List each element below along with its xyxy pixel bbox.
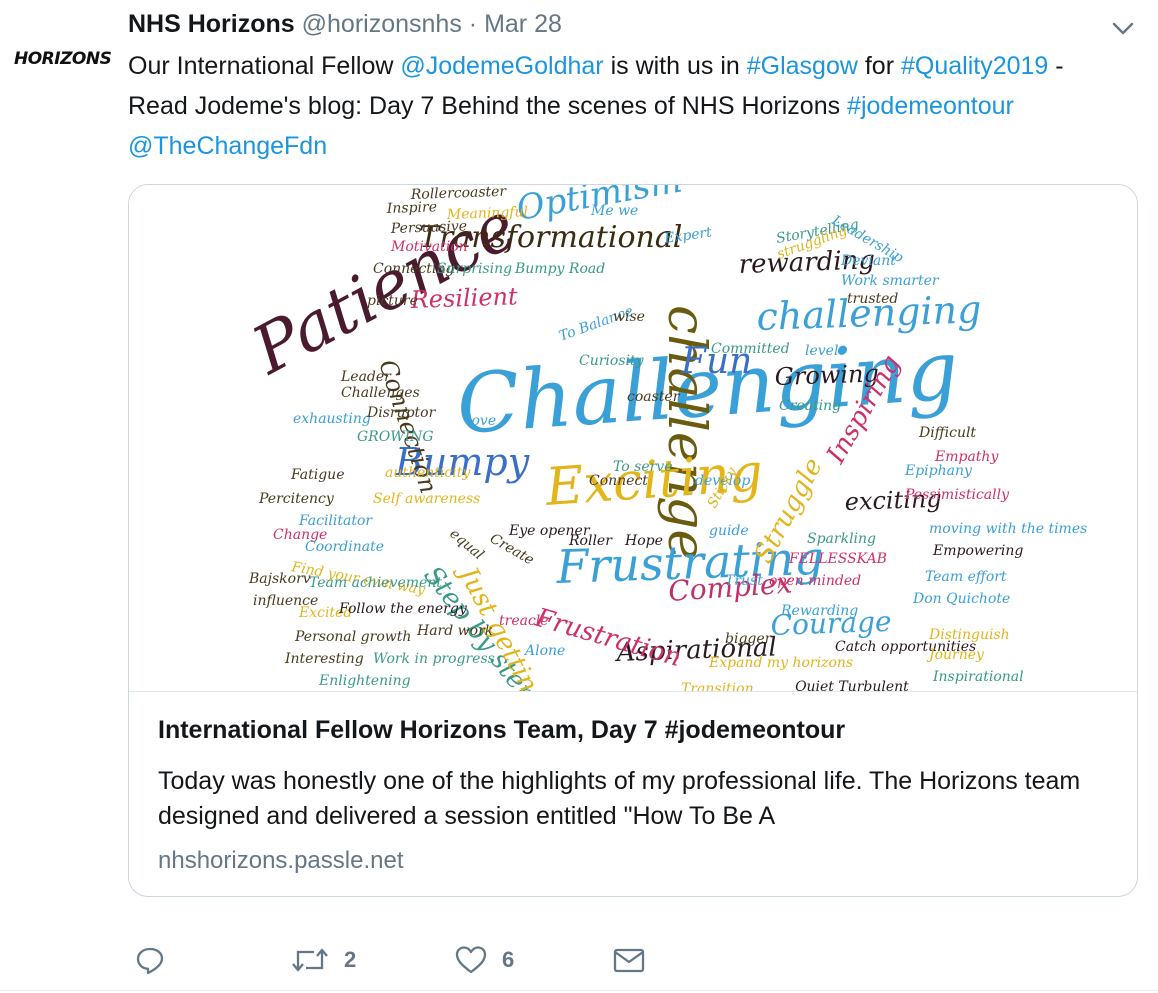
- word-cloud-word: Hope: [624, 533, 663, 549]
- word-cloud-word: Deviant: [840, 253, 896, 269]
- card-domain: nhshorizons.passle.net: [158, 847, 404, 874]
- card-body[interactable]: International Fellow Horizons Team, Day …: [129, 691, 1137, 896]
- word-cloud-word: Leader: [340, 369, 392, 385]
- word-cloud-word: Pessimistically: [904, 487, 1010, 503]
- word-cloud-word: Team effort: [925, 569, 1007, 585]
- divider: [0, 990, 1158, 991]
- word-cloud-word: Persuasive: [390, 218, 468, 237]
- word-cloud-word: FELLESSKAB: [788, 551, 887, 567]
- hashtag-link[interactable]: #Glasgow: [747, 52, 858, 80]
- word-cloud-image[interactable]: Challenging Patience challenge Exciting Frus…: [129, 185, 1137, 691]
- word-cloud-word: Motivation: [390, 239, 468, 255]
- word-cloud-word: Committed: [711, 341, 790, 357]
- hashtag-link[interactable]: #Quality2019: [901, 52, 1048, 80]
- word-cloud-word: Journey: [926, 647, 985, 663]
- mention-link[interactable]: @JodemeGoldhar: [400, 52, 603, 80]
- word-cloud-word: Alone: [523, 643, 565, 659]
- word-cloud-word: treacle: [499, 613, 549, 629]
- word-cloud-word: Distinguish: [928, 627, 1010, 643]
- retweet-icon: [290, 944, 330, 976]
- word-cloud-word: Difficult: [918, 425, 976, 441]
- mention-link[interactable]: @TheChangeFdn: [128, 132, 327, 160]
- word-cloud-word: open minded: [769, 573, 861, 589]
- word-cloud-word: Sparkling: [807, 531, 876, 547]
- word-cloud-word: picture: [367, 293, 418, 309]
- word-cloud-word: Fatigue: [290, 467, 344, 483]
- heart-icon: [454, 944, 488, 976]
- envelope-icon: [612, 944, 646, 976]
- word-cloud-word: Transition: [681, 681, 754, 691]
- word-cloud-word: Follow the energy: [338, 601, 468, 617]
- author-name[interactable]: NHS Horizons: [128, 10, 295, 38]
- word-cloud-word: Epiphany: [904, 463, 973, 479]
- card-title: International Fellow Horizons Team, Day …: [158, 716, 846, 744]
- chevron-down-icon[interactable]: [1110, 16, 1136, 42]
- word-cloud-word: Disruptor: [366, 405, 437, 421]
- word-cloud-word: coaster: [627, 389, 681, 405]
- word-cloud-word: exhausting: [293, 411, 371, 427]
- tweet-text-segment: is with us in: [603, 52, 747, 80]
- word-cloud-word: Resilient: [409, 282, 518, 314]
- retweet-button[interactable]: 2: [290, 936, 356, 984]
- hashtag-link[interactable]: #jodemeontour: [847, 92, 1014, 120]
- reply-icon: [134, 944, 166, 976]
- word-cloud-word: Trust: [725, 573, 763, 589]
- word-cloud-word: Coordinate: [305, 539, 384, 555]
- author-handle[interactable]: @horizonsnhs: [302, 10, 462, 38]
- avatar[interactable]: HORIZONS: [14, 44, 112, 74]
- word-cloud-word: Curiosity: [579, 353, 645, 369]
- tweet-text-segment: Our International Fellow: [128, 52, 401, 80]
- word-cloud-word: Roller: [568, 533, 613, 549]
- word-cloud-word: guide: [709, 523, 749, 539]
- word-cloud-word: Work in progress: [373, 651, 495, 667]
- word-cloud-word: Self awareness: [373, 491, 480, 507]
- word-cloud-word: Connect: [589, 473, 648, 489]
- word-cloud-word: Rewarding: [780, 603, 858, 619]
- word-cloud-word: Surprising: [437, 261, 512, 277]
- word-cloud-word: Expand my horizons: [708, 655, 853, 671]
- direct-message-button[interactable]: [612, 936, 646, 984]
- word-cloud-word: Enlightening: [318, 673, 411, 689]
- word-cloud-word: Hard work: [416, 623, 493, 639]
- card-description: Today was honestly one of the highlights…: [158, 767, 1081, 830]
- word-cloud-word: bigger: [725, 631, 773, 647]
- word-cloud-word: authenticity: [385, 465, 471, 481]
- word-cloud-word: Creating: [779, 398, 841, 414]
- word-cloud-word: Bumpy Road: [514, 261, 605, 277]
- word-cloud-word: Don Quichote: [912, 591, 1010, 607]
- word-cloud-word: wise: [613, 309, 645, 325]
- link-card[interactable]: Challenging Patience challenge Exciting Frus…: [128, 184, 1138, 897]
- word-cloud-word: Inspirational: [932, 669, 1024, 685]
- word-cloud-word: Interesting: [284, 651, 364, 667]
- word-cloud-word: moving with the times: [929, 521, 1087, 537]
- word-cloud-word: level: [805, 343, 838, 359]
- retweet-count: 2: [344, 947, 357, 972]
- like-button[interactable]: 6: [454, 936, 514, 984]
- word-cloud-word: Percitency: [258, 491, 335, 507]
- tweet-header: NHS Horizons @horizonsnhs · Mar 28: [128, 6, 1098, 42]
- word-cloud-word: Work smarter: [841, 273, 940, 289]
- reply-button[interactable]: [134, 936, 180, 984]
- word-cloud-word: Facilitator: [298, 513, 373, 529]
- word-cloud-word: Me we: [590, 203, 638, 219]
- like-count: 6: [502, 947, 515, 972]
- word-cloud-word: trusted: [847, 291, 898, 307]
- word-cloud-word: Bajskorv: [248, 571, 311, 587]
- tweet-date[interactable]: Mar 28: [484, 10, 562, 38]
- word-cloud-word: Challenges: [341, 385, 420, 401]
- word-cloud-word: love: [467, 413, 496, 429]
- word-cloud-word: Frustration: [531, 603, 685, 673]
- word-cloud-word: GROWING: [357, 429, 434, 445]
- word-cloud-word: Quiet Turbulent: [795, 679, 909, 691]
- separator-dot: ·: [468, 10, 478, 38]
- word-cloud-word: Empowering: [932, 543, 1023, 559]
- word-cloud-word: equal: [446, 526, 486, 563]
- word-cloud-word: Personal growth: [294, 629, 411, 645]
- word-cloud-word: Team achievement: [309, 575, 442, 591]
- tweet-text: Our International Fellow @JodemeGoldhar …: [128, 46, 1128, 166]
- tweet-actions: 2 6: [128, 936, 1128, 984]
- tweet-text-segment: for: [857, 52, 901, 80]
- word-cloud-word: Inspire: [386, 199, 438, 217]
